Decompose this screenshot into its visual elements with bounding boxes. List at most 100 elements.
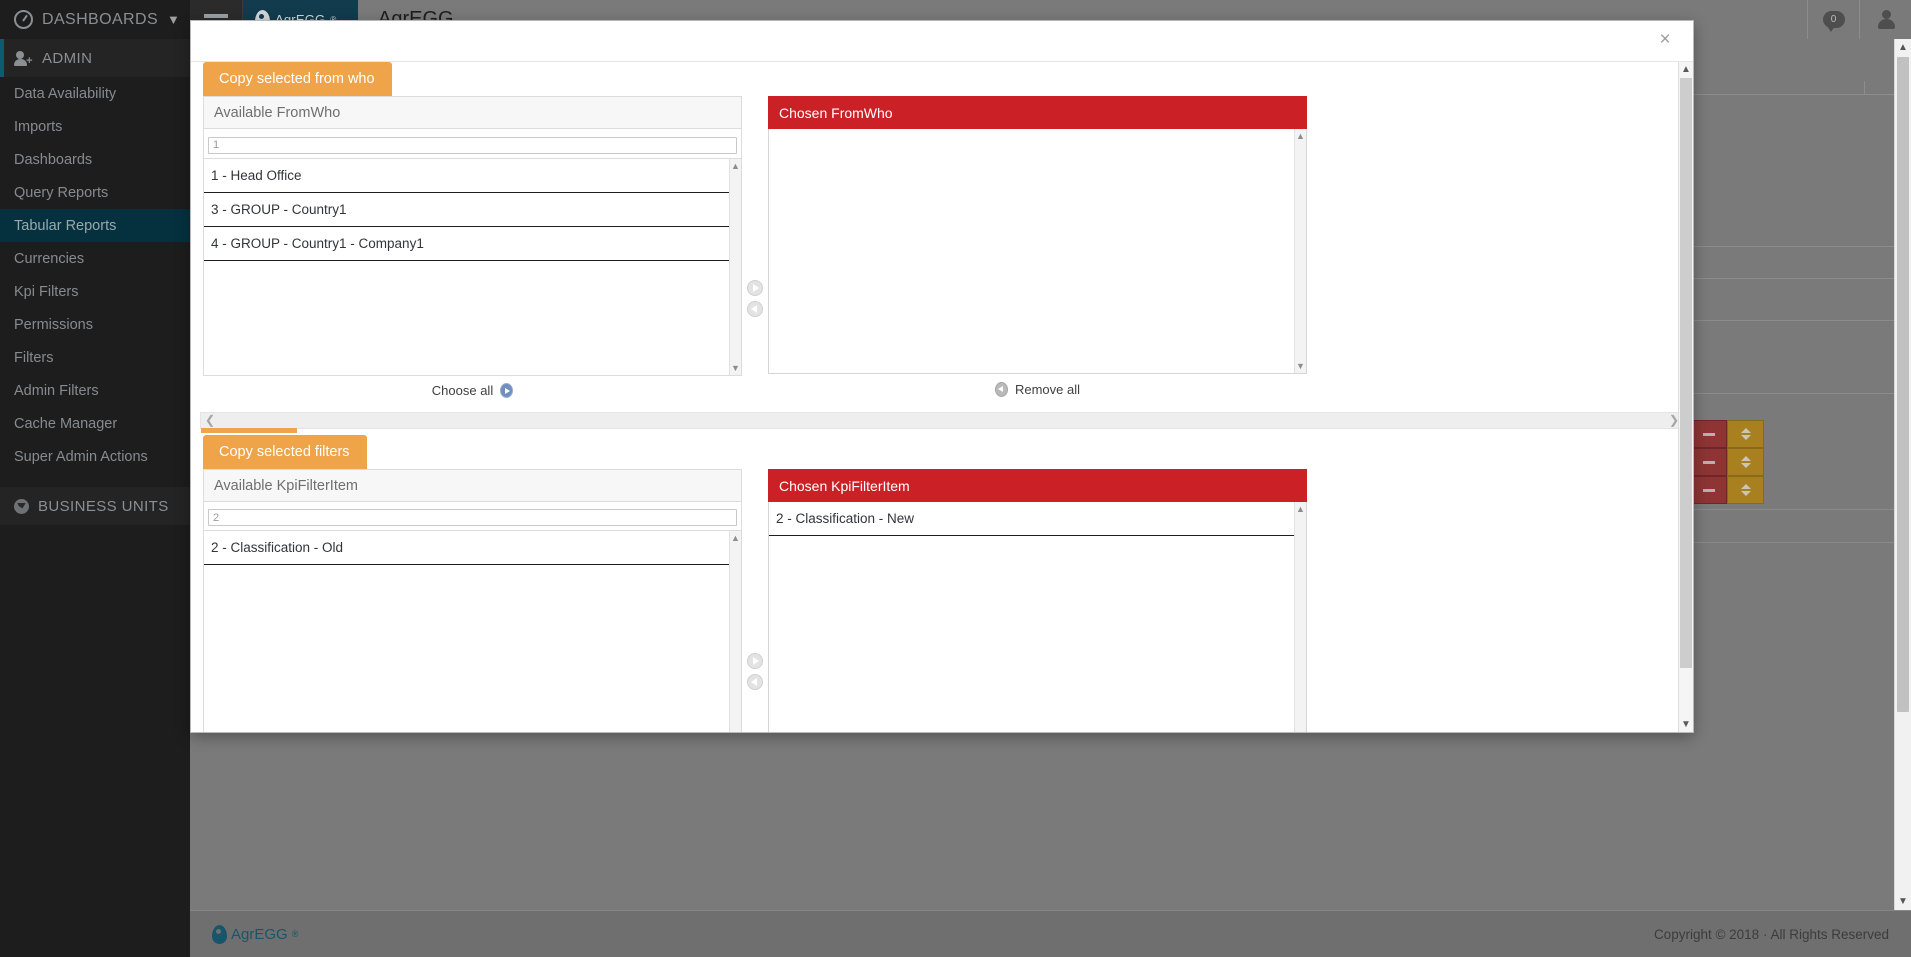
sidebar-item-label: Imports	[14, 118, 63, 135]
table-row	[1690, 420, 1764, 448]
chevron-left-icon[interactable]: ❮	[203, 413, 217, 428]
scroll-up-icon[interactable]: ▲	[730, 160, 741, 172]
scroll-up-icon[interactable]: ▲	[1295, 130, 1306, 142]
sidebar-section-business-units[interactable]: BUSINESS UNITS	[0, 487, 190, 525]
page-scrollbar[interactable]: ▲ ▼	[1894, 39, 1911, 910]
sidebar-item-data-availability[interactable]: Data Availability	[0, 77, 190, 110]
sidebar-item-label: Currencies	[14, 250, 85, 267]
page-footer: AgrEGG ® Copyright © 2018 · All Rights R…	[190, 910, 1911, 957]
sidebar-section-admin-label: ADMIN	[42, 49, 93, 67]
application-root: DASHBOARDS ▼ AgrEGG ® AgrEGG 0 + ADMI	[0, 0, 1911, 957]
available-kpifilteritem-list[interactable]: 2 - Classification - Old ▲ ▼	[203, 531, 742, 732]
scroll-up-icon[interactable]: ▲	[1895, 39, 1911, 56]
chosen-fromwho-list[interactable]: ▲ ▼	[768, 129, 1307, 374]
list-item[interactable]: 1 - Head Office	[204, 159, 729, 193]
remove-row-button[interactable]	[1690, 476, 1727, 504]
sidebar-item-query-reports[interactable]: Query Reports	[0, 176, 190, 209]
copy-filters-section: Copy selected filters Available KpiFilte…	[191, 434, 1693, 733]
list-item[interactable]: 4 - GROUP - Country1 - Company1	[204, 227, 729, 261]
horizontal-scrollbar-thumb[interactable]	[201, 427, 297, 433]
sidebar-item-label: Query Reports	[14, 184, 109, 201]
arrow-right-oval-icon	[500, 383, 514, 398]
dashboards-label: DASHBOARDS	[42, 10, 159, 28]
sidebar-item-label: Admin Filters	[14, 382, 99, 399]
chosen-fromwho-list-scrollbar[interactable]: ▲ ▼	[1294, 129, 1306, 373]
modal-scrollbar[interactable]: ▲ ▼	[1678, 62, 1693, 732]
sidebar-section-business-units-label: BUSINESS UNITS	[38, 497, 169, 515]
available-fromwho-list[interactable]: 1 - Head Office 3 - GROUP - Country1 4 -…	[203, 158, 742, 376]
sidebar-item-label: Permissions	[14, 316, 93, 333]
remove-all-fromwho-button[interactable]: Remove all	[768, 374, 1307, 404]
available-fromwho-search-wrap	[203, 129, 742, 159]
sidebar-item-label: Data Availability	[14, 85, 117, 102]
sidebar-item-tabular-reports[interactable]: Tabular Reports	[0, 209, 190, 242]
arrow-left-oval-icon	[994, 381, 1008, 397]
chosen-fromwho-title: Chosen FromWho	[768, 96, 1307, 129]
scroll-up-icon[interactable]: ▲	[1679, 62, 1693, 77]
scroll-down-icon[interactable]: ▼	[1679, 717, 1693, 732]
remove-row-button[interactable]	[1690, 420, 1727, 448]
chosen-kpifilteritem-list-scrollbar[interactable]: ▲ ▼	[1294, 501, 1306, 732]
user-menu-button[interactable]	[1859, 0, 1911, 39]
choose-all-fromwho-button[interactable]: Choose all	[203, 376, 742, 406]
choose-all-label: Choose all	[431, 383, 494, 398]
scroll-up-icon[interactable]: ▲	[1295, 503, 1306, 515]
copy-selected-filters-tab[interactable]: Copy selected filters	[203, 434, 367, 469]
close-icon[interactable]: ×	[1655, 30, 1675, 50]
sort-row-button[interactable]	[1727, 420, 1764, 448]
sidebar-item-permissions[interactable]: Permissions	[0, 308, 190, 341]
sidebar-item-label: Cache Manager	[14, 415, 118, 432]
messages-button[interactable]: 0	[1807, 0, 1859, 39]
arrow-left-circle-icon[interactable]	[747, 673, 763, 690]
list-item[interactable]: 3 - GROUP - Country1	[204, 193, 729, 227]
arrow-right-circle-icon[interactable]	[747, 280, 763, 297]
remove-row-button[interactable]	[1690, 448, 1727, 476]
sidebar-item-imports[interactable]: Imports	[0, 110, 190, 143]
arrow-left-circle-icon[interactable]	[747, 301, 763, 318]
message-count: 0	[1830, 14, 1837, 25]
modal-scrollbar-thumb[interactable]	[1680, 78, 1692, 668]
chevron-down-icon[interactable]: ▼	[167, 12, 180, 27]
scroll-down-icon[interactable]: ▼	[1295, 360, 1306, 372]
scroll-up-icon[interactable]: ▲	[730, 532, 741, 544]
footer-brand-logo: AgrEGG ®	[212, 924, 298, 944]
available-fromwho-search-input[interactable]	[208, 136, 737, 154]
footer-copyright: Copyright © 2018 · All Rights Reserved	[1653, 926, 1889, 942]
available-kpifilteritem-search-wrap	[203, 501, 742, 531]
sidebar-section-admin[interactable]: + ADMIN	[0, 39, 190, 77]
page-scrollbar-thumb[interactable]	[1897, 57, 1909, 712]
available-kpifilteritem-list-scrollbar[interactable]: ▲ ▼	[729, 531, 741, 732]
available-kpifilteritem-pane: Available KpiFilterItem 2 - Classificati…	[203, 468, 742, 732]
list-item[interactable]: 2 - Classification - Old	[204, 531, 729, 565]
fromwho-transfer-controls	[742, 96, 768, 406]
sidebar-item-cache-manager[interactable]: Cache Manager	[0, 407, 190, 440]
chosen-fromwho-pane: Chosen FromWho ▲ ▼ Remove all	[768, 96, 1307, 406]
list-item[interactable]: 2 - Classification - New	[769, 502, 1294, 536]
kpifilteritem-transfer-controls	[742, 469, 768, 733]
sidebar-item-kpi-filters[interactable]: Kpi Filters	[0, 275, 190, 308]
available-fromwho-list-scrollbar[interactable]: ▲ ▼	[729, 158, 741, 375]
scroll-down-icon[interactable]: ▼	[730, 362, 741, 374]
kpifilter-transfer-panes: Available KpiFilterItem 2 - Classificati…	[191, 468, 1693, 733]
table-row	[1690, 476, 1764, 504]
sidebar-item-admin-filters[interactable]: Admin Filters	[0, 374, 190, 407]
sidebar-item-currencies[interactable]: Currencies	[0, 242, 190, 275]
modal-horizontal-scrollbar[interactable]: ❮ ❯	[200, 411, 1684, 433]
available-fromwho-pane: Available FromWho 1 - Head Office 3 - GR…	[203, 96, 742, 406]
available-kpifilteritem-search-input[interactable]	[208, 509, 737, 526]
arrow-right-circle-icon[interactable]	[747, 652, 763, 669]
copy-selected-from-who-tab[interactable]: Copy selected from who	[203, 62, 392, 96]
from-who-transfer-panes: Available FromWho 1 - Head Office 3 - GR…	[191, 96, 1693, 406]
available-fromwho-title: Available FromWho	[203, 96, 742, 129]
globe-icon	[14, 498, 29, 514]
sort-row-button[interactable]	[1727, 476, 1764, 504]
sidebar-item-super-admin-actions[interactable]: Super Admin Actions	[0, 440, 190, 473]
scroll-down-icon[interactable]: ▼	[1895, 893, 1911, 910]
dashboards-menu-button[interactable]: DASHBOARDS ▼	[0, 0, 190, 39]
chosen-kpifilteritem-list[interactable]: 2 - Classification - New ▲ ▼	[768, 501, 1307, 732]
sidebar-item-dashboards[interactable]: Dashboards	[0, 143, 190, 176]
sidebar-navigation: + ADMIN Data Availability Imports Dashbo…	[0, 39, 190, 957]
sort-row-button[interactable]	[1727, 448, 1764, 476]
modal-body: Copy selected from who Available FromWho…	[191, 62, 1693, 732]
sidebar-item-filters[interactable]: Filters	[0, 341, 190, 374]
